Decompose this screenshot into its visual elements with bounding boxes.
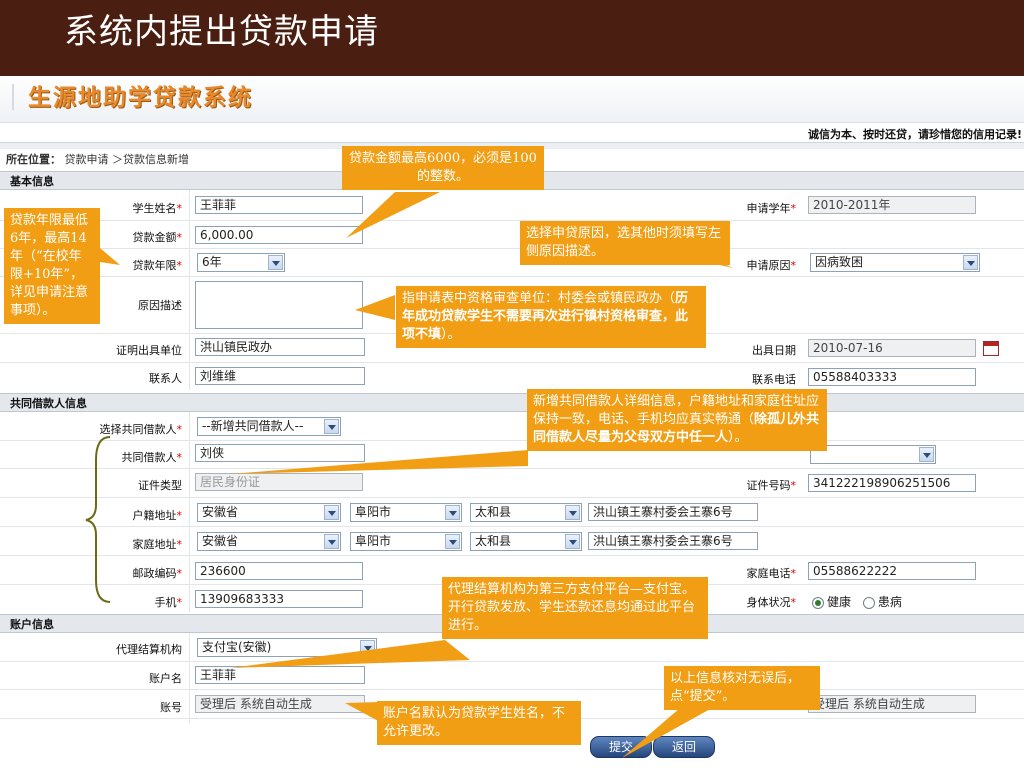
- callout-coborrower-end: ）。: [728, 430, 748, 445]
- pointer-unit: [355, 295, 395, 320]
- callout-unit-end: ）。: [441, 327, 461, 342]
- callout-term: 贷款年限最低6年，最高14年（“在校年限+10年”，详见申请注意事项）。: [4, 208, 100, 324]
- pointer-amount: [346, 192, 440, 238]
- callout-coborrower: 新增共同借款人详细信息，户籍地址和家庭住址应保持一致，电话、手机均应真实畅通（除…: [527, 389, 827, 451]
- callout-account-name: 账户名默认为贷款学生姓名，不允许更改。: [377, 701, 581, 745]
- callout-submit: 以上信息核对无误后，点“提交”。: [664, 666, 820, 710]
- callout-unit: 指申请表中资格审查单位：村委会或镇民政办（历年成功贷款学生不需要再次进行镇村资格…: [396, 286, 706, 348]
- pointer-submit: [622, 708, 712, 758]
- pointer-coborrower: [230, 450, 528, 474]
- pointer-term: [100, 248, 120, 265]
- callout-pointers: [85, 192, 733, 758]
- brace-shape: [85, 436, 111, 603]
- callout-unit-text: 指申请表中资格审查单位：村委会或镇民政办（: [402, 291, 676, 306]
- callout-amount: 贷款金额最高6000，必须是100的整数。: [342, 146, 544, 190]
- pointer-account-name: [345, 702, 380, 722]
- pointer-agent: [230, 640, 470, 668]
- callout-agent: 代理结算机构为第三方支付平台—支付宝。开行贷款发放、学生还款还息均通过此平台进行…: [442, 577, 708, 639]
- callout-reason: 选择申贷原因，选其他时须填写左侧原因描述。: [520, 221, 730, 265]
